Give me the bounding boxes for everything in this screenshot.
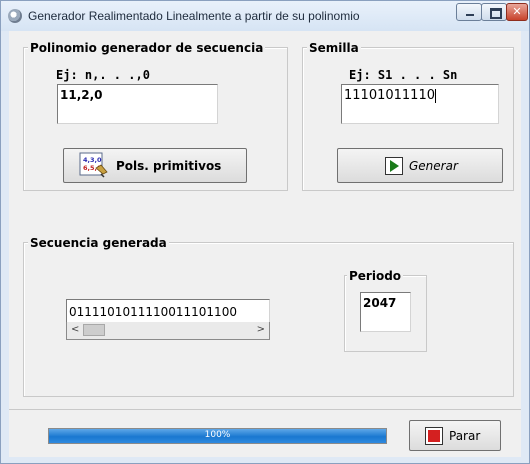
text-caret <box>434 88 436 103</box>
generar-label: Generar <box>409 159 458 173</box>
generar-button[interactable]: Generar <box>337 148 503 183</box>
polinomio-input[interactable]: 11,2,0 <box>57 84 218 124</box>
stop-icon <box>425 427 443 445</box>
secuencia-output[interactable]: 0111101011110011101100 <box>66 299 270 323</box>
semilla-hint: Ej: S1 . . . Sn <box>349 68 458 82</box>
semilla-input[interactable]: 11101011110 <box>341 84 499 124</box>
progress-bar: 100% <box>48 428 387 444</box>
minimize-button[interactable] <box>456 3 482 21</box>
periodo-output: 2047 <box>360 292 411 332</box>
scroll-left-icon[interactable]: < <box>71 324 79 335</box>
parar-button[interactable]: Parar <box>409 420 501 451</box>
semilla-legend: Semilla <box>307 41 361 55</box>
app-window: Generador Realimentado Linealmente a par… <box>0 0 530 464</box>
pols-primitivos-button[interactable]: 4,3,0 6,5,0 Pols. primitivos <box>63 148 247 183</box>
secuencia-scrollbar[interactable]: < > <box>66 322 270 340</box>
semilla-value: 11101011110 <box>344 88 435 103</box>
title-bar[interactable]: Generador Realimentado Linealmente a par… <box>1 1 529 31</box>
svg-text:4,3,0: 4,3,0 <box>83 156 102 164</box>
close-icon: ✕ <box>512 5 522 18</box>
pols-primitivos-label: Pols. primitivos <box>116 159 222 173</box>
polinomio-hint: Ej: n,. . .,0 <box>56 68 150 82</box>
close-button[interactable]: ✕ <box>506 3 528 21</box>
polinomio-legend: Polinomio generador de secuencia <box>28 41 266 55</box>
scroll-right-icon[interactable]: > <box>257 324 265 335</box>
maximize-button[interactable] <box>481 3 507 21</box>
parar-label: Parar <box>449 429 481 443</box>
play-icon <box>385 157 403 175</box>
periodo-legend: Periodo <box>347 269 404 283</box>
divider <box>9 409 521 410</box>
progress-text: 100% <box>204 430 231 440</box>
app-icon <box>8 9 22 23</box>
polynomial-table-icon: 4,3,0 6,5,0 <box>79 152 108 178</box>
client-area: Polinomio generador de secuencia Ej: n,.… <box>9 31 521 457</box>
scroll-thumb[interactable] <box>83 324 105 336</box>
secuencia-legend: Secuencia generada <box>28 236 169 250</box>
window-title: Generador Realimentado Linealmente a par… <box>28 9 360 23</box>
